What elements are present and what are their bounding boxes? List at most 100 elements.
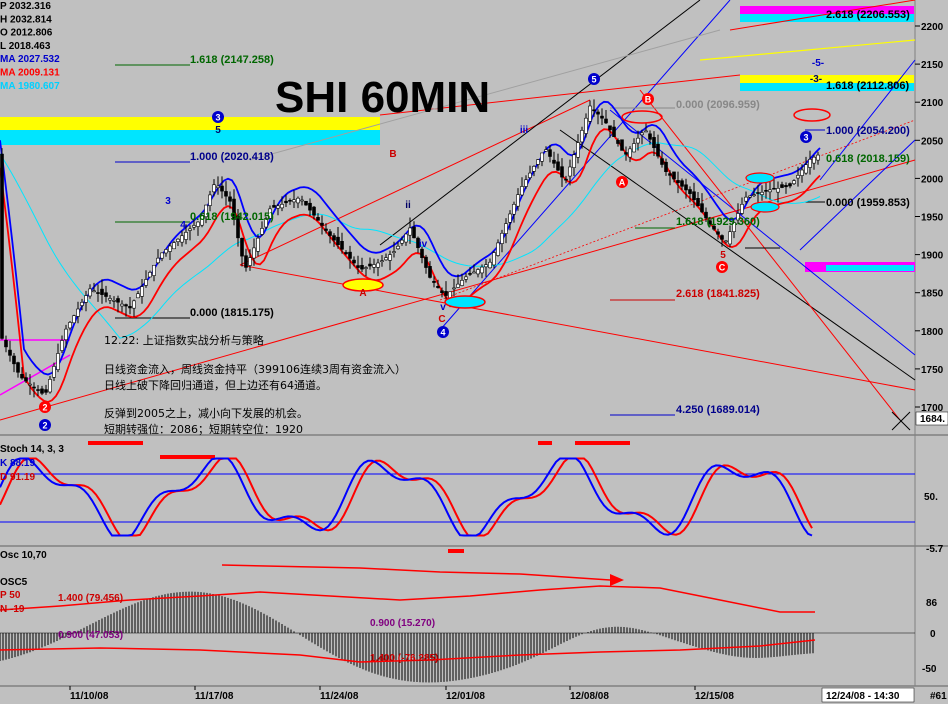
price-last-label: 1684.: [920, 414, 945, 425]
price-candle: [520, 186, 524, 196]
price-candle: [300, 199, 304, 202]
price-candle: [752, 194, 756, 197]
note-line: 日线上破下降回归通道，但上边还有64通道。: [104, 378, 327, 392]
price-candle: [496, 242, 500, 256]
price-candle: [404, 233, 408, 243]
fib-label: 0.000 (1959.853): [826, 197, 910, 209]
price-candle: [540, 152, 544, 162]
price-candle: [636, 137, 640, 144]
price-candle: [756, 192, 760, 194]
price-candle: [672, 171, 676, 180]
price-candle: [172, 242, 176, 250]
price-candle: [532, 166, 536, 172]
price-candle: [388, 254, 392, 261]
stock-chart: SHI 60MIN P 2032.316 H 2032.814 O 2012.806…: [0, 0, 948, 704]
price-candle: [160, 252, 164, 259]
wave-label: 5: [720, 250, 726, 261]
wave-label: ii: [405, 200, 411, 211]
price-candle: [764, 190, 768, 192]
price-candle: [748, 195, 752, 198]
wave-label: iv: [419, 239, 428, 250]
price-candle: [552, 159, 556, 164]
date-label: 12/15/08: [695, 691, 734, 702]
wave-label: C: [719, 263, 726, 273]
fib-label: 1.000 (2054.200): [826, 125, 910, 137]
price-candle: [480, 266, 484, 274]
price-tick-label: 2000: [921, 174, 944, 185]
wave-label: 2: [42, 403, 47, 413]
osc-axis-label: 86: [926, 598, 938, 609]
price-candle: [544, 149, 548, 152]
price-candle: [652, 137, 656, 149]
price-tick-label: 1950: [921, 213, 944, 224]
osc-sub: OSC5: [0, 577, 28, 588]
wave-label: B: [645, 95, 652, 105]
price-candle: [224, 191, 228, 197]
wave-label: iii: [520, 125, 529, 136]
price-candle: [396, 245, 400, 250]
price-candle: [528, 172, 532, 178]
note-line: 短期转强位：2086；短期转空位：1920: [104, 422, 303, 436]
price-candle: [92, 290, 96, 293]
price-candle: [340, 240, 344, 250]
fib-label: 1.618 (1929.360): [676, 216, 760, 228]
price-candle: [184, 232, 188, 240]
price-candle: [676, 180, 680, 183]
fib-label: 1.618 (2112.806): [826, 80, 910, 92]
price-candle: [760, 191, 764, 195]
price-candle: [620, 139, 624, 151]
price-candle: [212, 184, 216, 193]
stoch-title: Stoch 14, 3, 3: [0, 444, 64, 455]
price-candle: [716, 231, 720, 235]
quote-field: O 2012.806: [0, 28, 53, 39]
price-candle: [4, 340, 8, 348]
price-candle: [468, 273, 472, 275]
note-line: 日线资金流入，周线资金持平（399106连续3周有资金流入）: [104, 362, 406, 376]
marker-ellipse-low: [745, 172, 775, 184]
price-candle: [784, 185, 788, 188]
price-candle: [516, 194, 520, 207]
price-candle: [536, 159, 540, 165]
quote-field: MA 2009.131: [0, 68, 60, 79]
price-candle: [280, 204, 284, 209]
price-candle: [656, 143, 660, 157]
price-candle: [392, 251, 396, 253]
price-candle: [376, 262, 380, 268]
osc-band-label: 1.400 (-76.285): [370, 653, 438, 664]
price-candle: [588, 105, 592, 122]
stoch-axis-bottom: -5.7: [926, 544, 944, 555]
price-candle: [560, 166, 564, 178]
wave-label: v: [440, 302, 446, 313]
price-candle: [368, 263, 372, 267]
quote-field: L 2018.463: [0, 41, 51, 52]
price-candle: [524, 179, 528, 187]
price-candle: [24, 377, 28, 382]
price-candle: [580, 130, 584, 143]
price-candle: [208, 194, 212, 206]
price-candle: [164, 249, 168, 254]
price-candle: [332, 235, 336, 241]
price-candle: [664, 161, 668, 172]
price-candle: [296, 197, 300, 204]
price-candle: [576, 142, 580, 158]
price-candle: [812, 156, 816, 164]
price-candle: [52, 366, 56, 378]
wave-label: A: [359, 288, 366, 299]
note-line: 反弹到2005之上，减小向下发展的机会。: [104, 406, 308, 420]
price-candle: [248, 257, 252, 266]
price-candle: [260, 228, 264, 235]
osc-band-label: 0.900 (47.053): [58, 630, 123, 641]
price-candle: [700, 203, 704, 213]
price-candle: [604, 118, 608, 124]
price-candle: [152, 264, 156, 276]
price-candle: [176, 238, 180, 242]
price-candle: [240, 237, 244, 257]
note-line: 12.22: 上证指数实战分析与策略: [104, 333, 264, 347]
price-candle: [88, 288, 92, 297]
wave-label: 3: [803, 133, 808, 143]
price-candle: [600, 115, 604, 119]
price-candle: [352, 259, 356, 264]
price-candle: [680, 180, 684, 187]
price-candle: [788, 183, 792, 187]
price-candle: [40, 388, 44, 394]
